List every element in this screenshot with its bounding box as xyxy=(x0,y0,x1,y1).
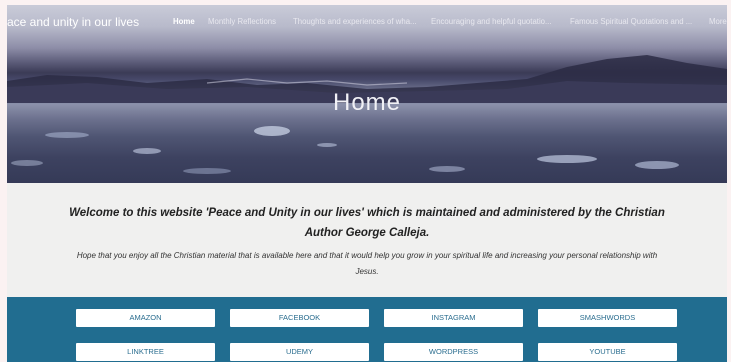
nav-item-thoughts-experiences[interactable]: Thoughts and experiences of wha... xyxy=(293,15,417,29)
nav-item-monthly-reflections[interactable]: Monthly Reflections xyxy=(208,15,276,29)
page-title: Home xyxy=(332,89,402,116)
page: ace and unity in our lives Home Monthly … xyxy=(7,5,727,362)
nav-item-famous-spiritual-quotations[interactable]: Famous Spiritual Quotations and ... xyxy=(570,15,692,29)
welcome-heading: Welcome to this website 'Peace and Unity… xyxy=(69,207,665,239)
social-links-band: AMAZON FACEBOOK INSTAGRAM SMASHWORDS LIN… xyxy=(7,297,727,362)
main-navigation: Home Monthly Reflections Thoughts and ex… xyxy=(7,15,727,31)
nav-item-home[interactable]: Home xyxy=(173,15,195,29)
intro-section: Welcome to this website 'Peace and Unity… xyxy=(7,183,727,297)
wordpress-button[interactable]: WORDPRESS xyxy=(384,343,523,361)
amazon-button[interactable]: AMAZON xyxy=(76,309,215,327)
facebook-button[interactable]: FACEBOOK xyxy=(230,309,369,327)
youtube-button[interactable]: YOUTUBE xyxy=(538,343,677,361)
nav-item-encouraging-quotations[interactable]: Encouraging and helpful quotatio... xyxy=(431,15,552,29)
smashwords-button[interactable]: SMASHWORDS xyxy=(538,309,677,327)
linktree-button[interactable]: LINKTREE xyxy=(76,343,215,361)
instagram-button[interactable]: INSTAGRAM xyxy=(384,309,523,327)
nav-item-more[interactable]: More xyxy=(709,15,727,29)
hero-banner: ace and unity in our lives Home Monthly … xyxy=(7,5,727,183)
intro-paragraph: Hope that you enjoy all the Christian ma… xyxy=(76,251,658,276)
udemy-button[interactable]: UDEMY xyxy=(230,343,369,361)
